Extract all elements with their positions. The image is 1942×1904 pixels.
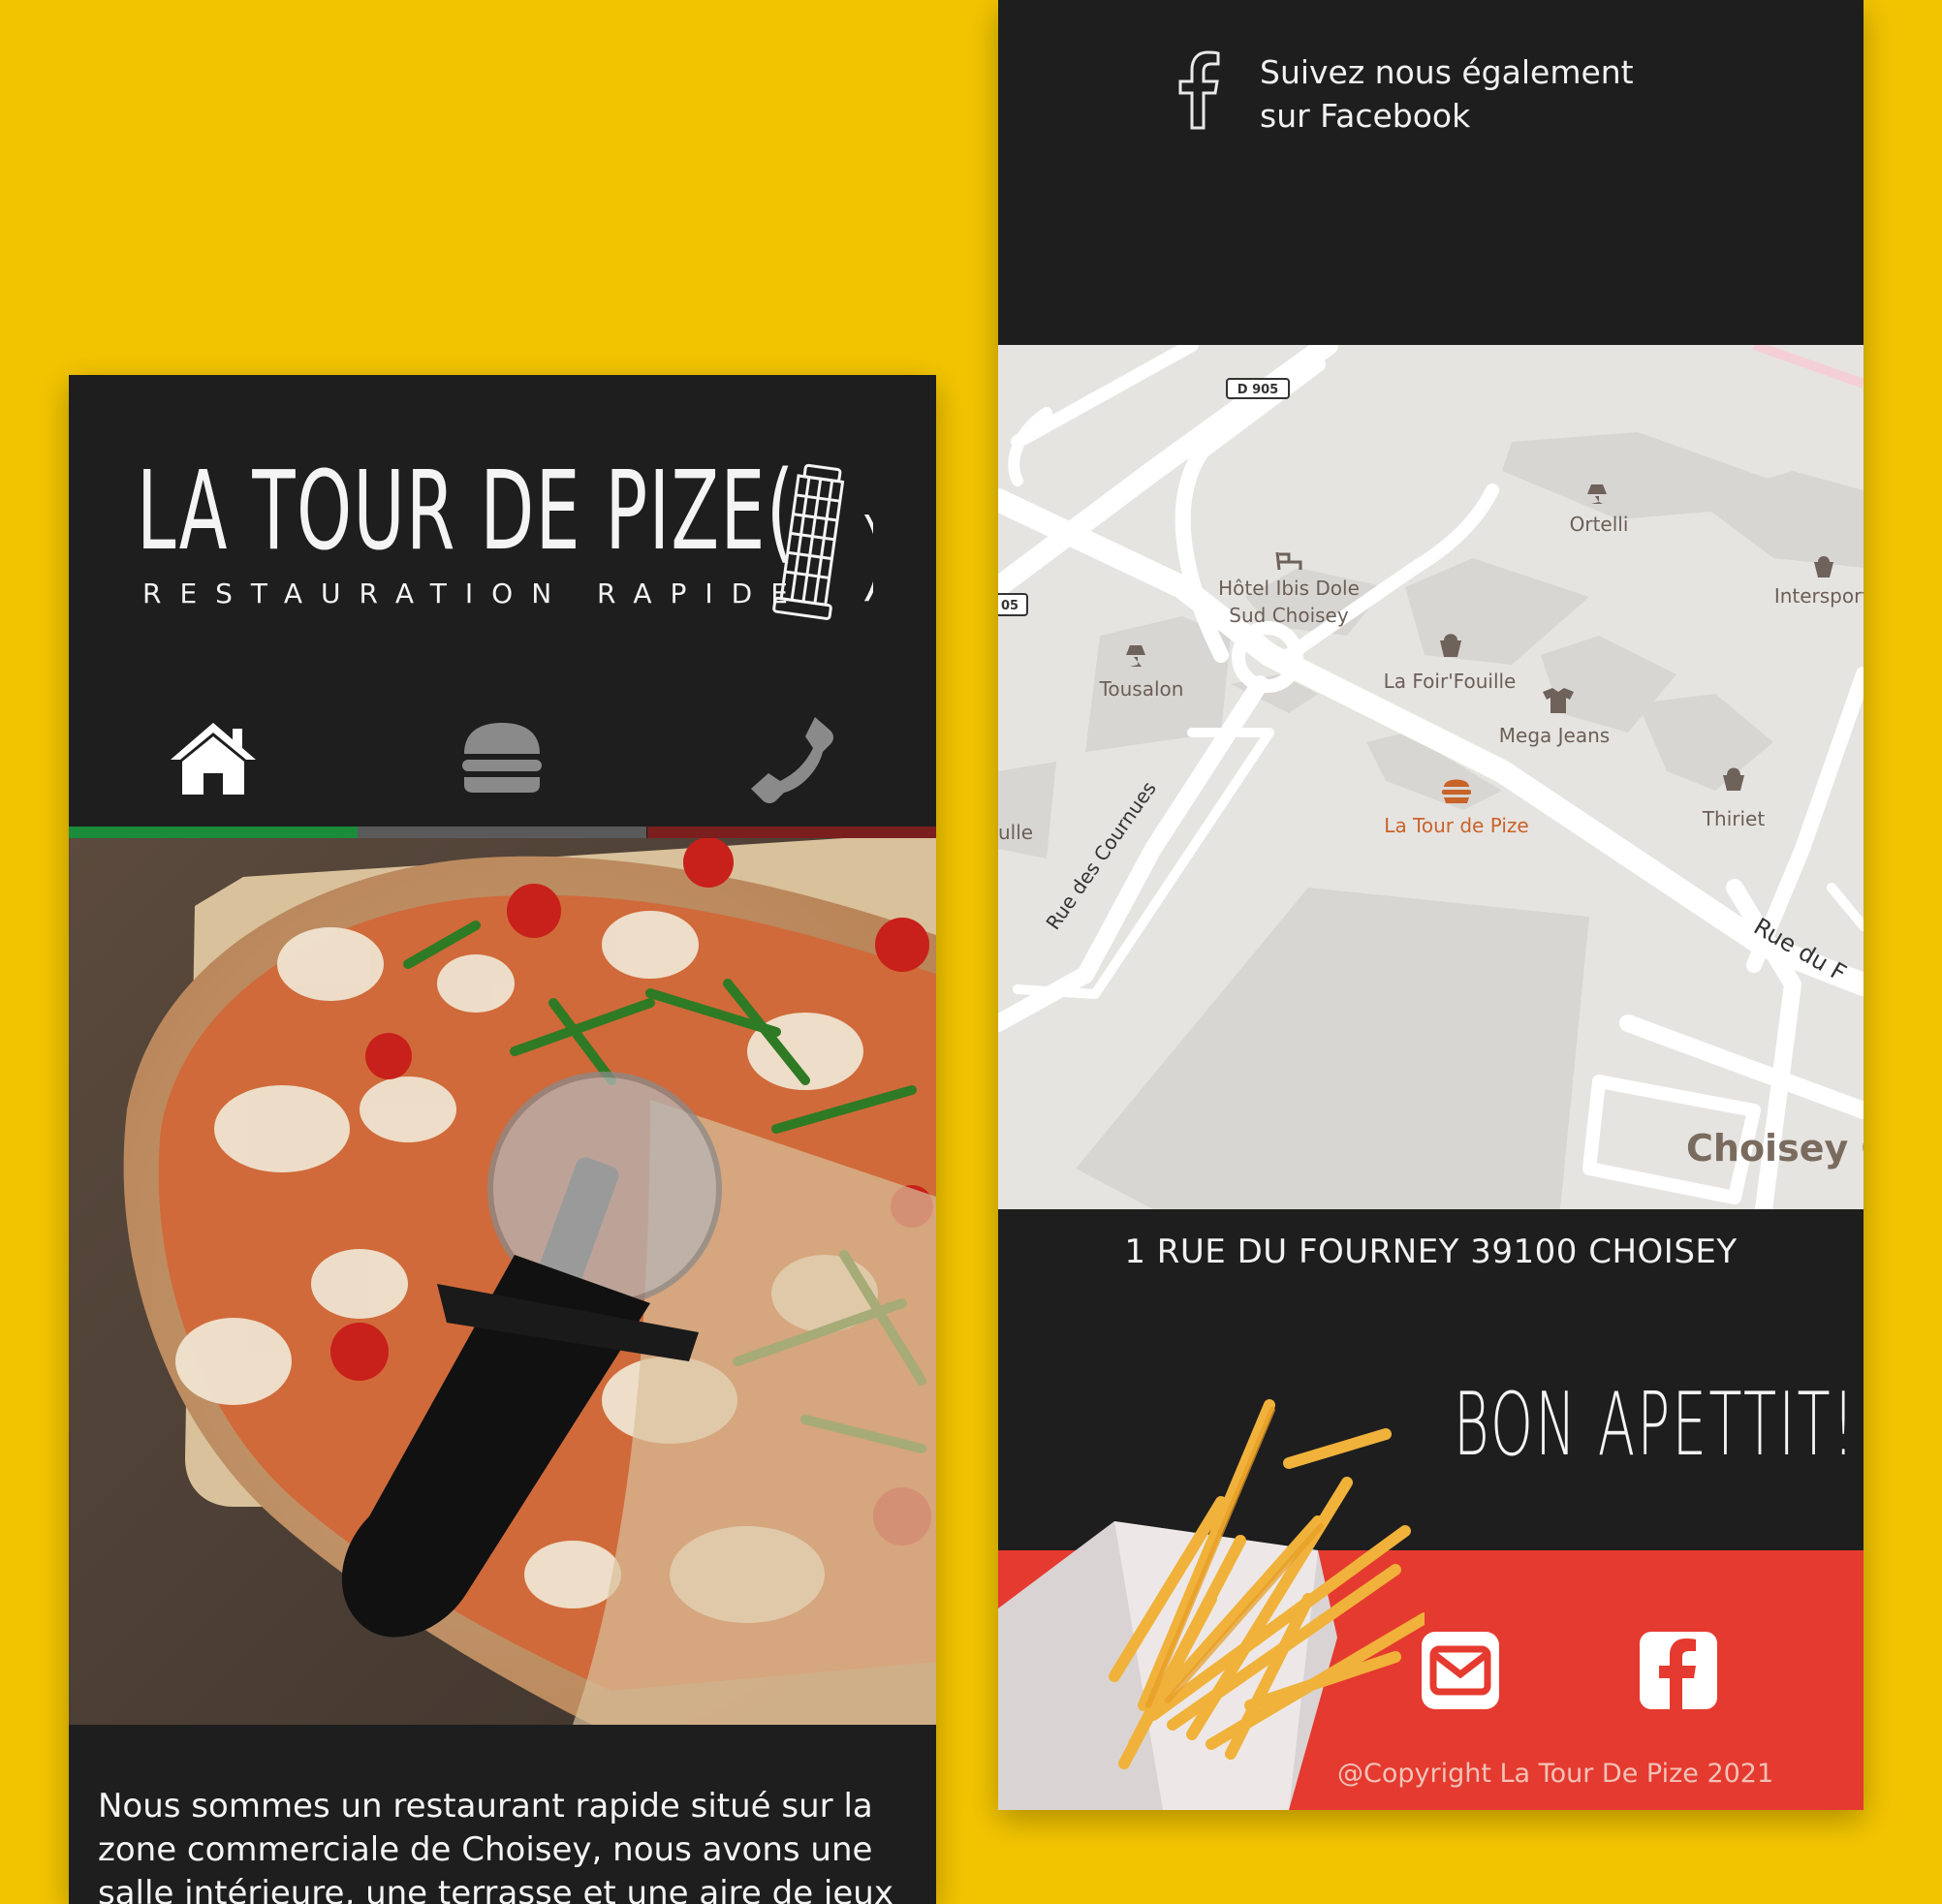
italian-stripe-grey: [358, 827, 646, 838]
bon-appetit-title: BON APETTIT!: [1454, 1374, 1857, 1476]
email-button[interactable]: [1420, 1630, 1501, 1711]
map-label-partial: ulle: [998, 821, 1033, 844]
nav-home[interactable]: [69, 700, 358, 816]
restaurant-description: Nous sommes un restaurant rapide situé s…: [98, 1787, 893, 1904]
facebook-follow-text: Suivez nous également sur Facebook: [1260, 50, 1634, 138]
svg-text:D 905: D 905: [1237, 383, 1278, 397]
facebook-follow-line2: sur Facebook: [1260, 97, 1471, 135]
svg-text:05: 05: [1001, 599, 1018, 613]
italian-stripe-red: [647, 827, 936, 838]
contact-page-mobile: Suivez nous également sur Facebook D 905…: [998, 0, 1864, 1810]
hero-pizza-image: [69, 838, 936, 1725]
burger-pin-icon: [1442, 779, 1471, 803]
burger-icon: [462, 723, 542, 793]
phone-icon: [751, 717, 833, 803]
nav-contact[interactable]: [647, 700, 936, 816]
facebook-button[interactable]: [1638, 1630, 1719, 1711]
logo-close-paren: ): [854, 498, 873, 611]
map-label-tousalon: Tousalon: [1099, 677, 1184, 701]
map-label-hotel-ibis: Hôtel Ibis Dole: [1218, 577, 1360, 600]
facebook-outline-icon: [1178, 50, 1220, 130]
tower-of-pisa-icon: ): [772, 463, 873, 620]
nav-menu[interactable]: [358, 700, 646, 816]
home-page-mobile: LA TOUR DE PIZE( RESTAURATION RAPIDE ): [69, 375, 936, 1904]
hotel-bed-icon: [1275, 551, 1302, 571]
map-label-la-foir-fouille: La Foir'Fouille: [1384, 670, 1517, 693]
map-area-label: Choisey C: [1686, 1127, 1864, 1170]
logo-title: LA TOUR DE PIZE(: [137, 449, 796, 575]
email-icon: [1422, 1632, 1499, 1709]
facebook-follow-link[interactable]: Suivez nous également sur Facebook: [1173, 50, 1634, 138]
map-label-mega-jeans: Mega Jeans: [1499, 724, 1610, 747]
road-badge-d905: D 905: [1226, 378, 1290, 399]
restaurant-address: 1 RUE DU FOURNEY 39100 CHOISEY: [1124, 1233, 1738, 1271]
home-icon: [171, 723, 256, 795]
logo[interactable]: LA TOUR DE PIZE( RESTAURATION RAPIDE ): [137, 457, 873, 622]
facebook-follow-line1: Suivez nous également: [1260, 53, 1634, 91]
logo-subtitle: RESTAURATION RAPIDE: [142, 577, 806, 609]
main-nav: [69, 700, 936, 816]
facebook-icon: [1640, 1632, 1717, 1711]
location-map[interactable]: D 905 05 Ortelli Intersport Hôtel Ibis D…: [998, 345, 1864, 1209]
copyright-text: @Copyright La Tour De Pize 2021: [1337, 1759, 1774, 1789]
map-label-ortelli: Ortelli: [1570, 513, 1629, 536]
french-fries-image: [998, 1399, 1425, 1810]
road-badge-05: 05: [998, 593, 1028, 616]
map-label-la-tour-de-pize: La Tour de Pize: [1384, 814, 1528, 837]
italian-stripe-green: [69, 827, 358, 838]
map-label-thiriet: Thiriet: [1702, 807, 1766, 830]
map-label-intersport: Intersport: [1774, 584, 1864, 608]
map-label-hotel-ibis-2: Sud Choisey: [1229, 604, 1349, 627]
